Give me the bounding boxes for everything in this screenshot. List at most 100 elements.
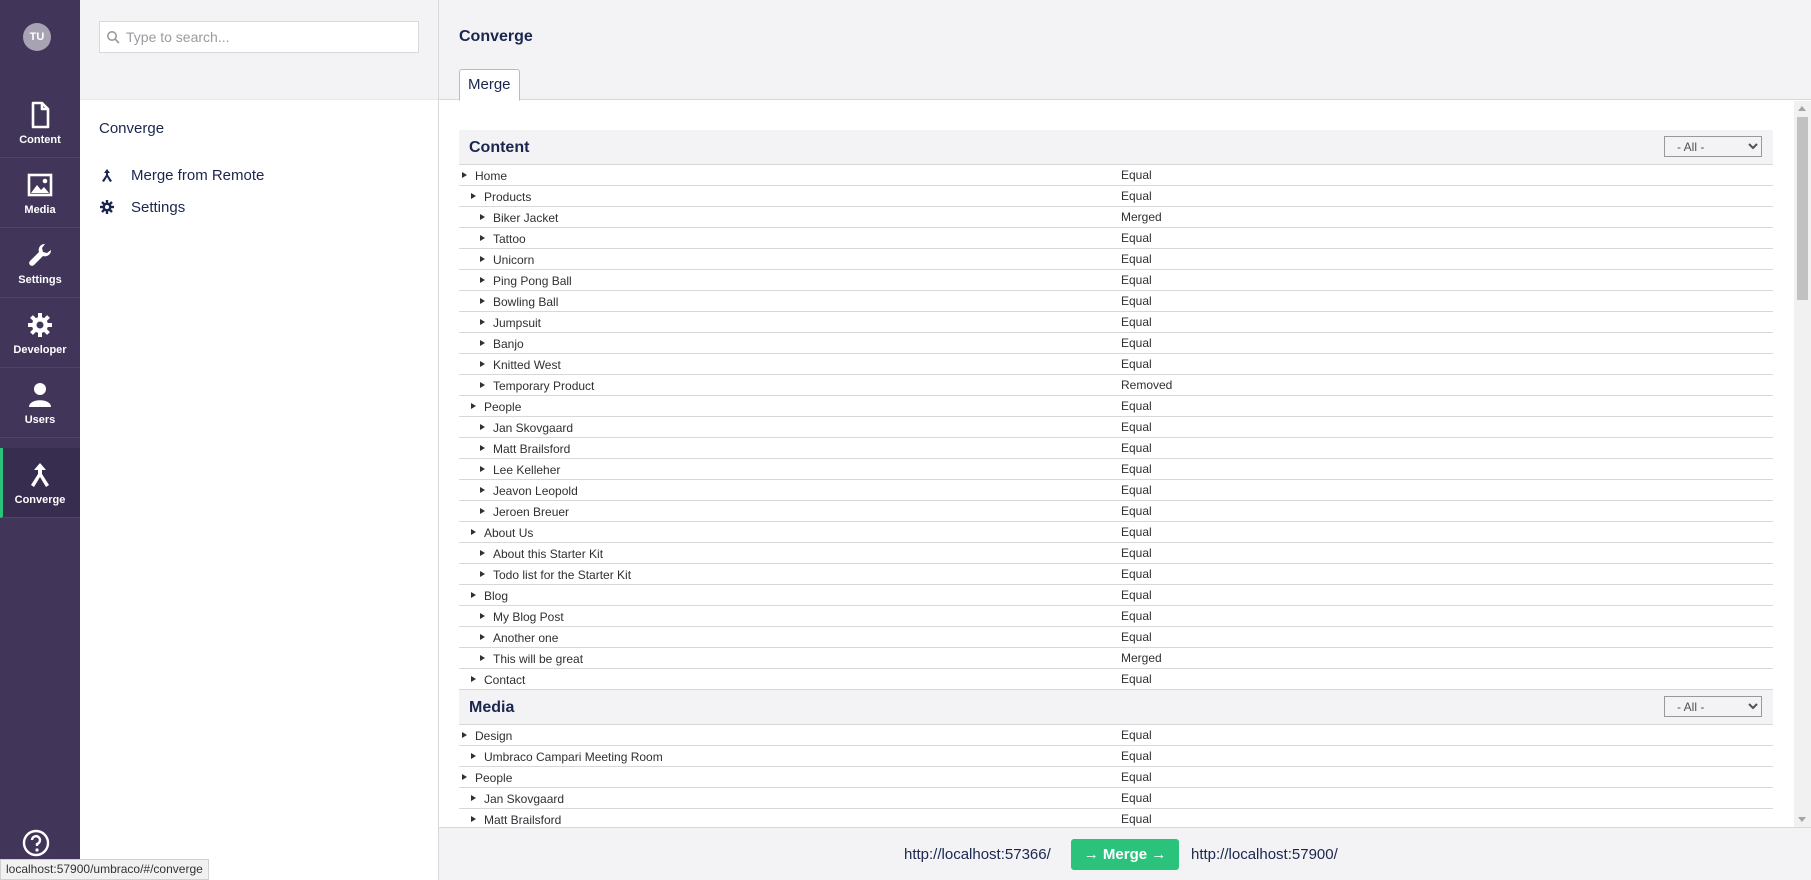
- row-name: Products: [484, 190, 532, 204]
- search-icon: [107, 31, 120, 44]
- filter-select[interactable]: - All -: [1664, 136, 1762, 157]
- expand-arrow-icon[interactable]: [471, 816, 476, 822]
- section-users[interactable]: Users: [0, 368, 80, 438]
- section-label: Settings: [18, 274, 62, 286]
- table-row[interactable]: This will be great Merged: [459, 648, 1773, 669]
- table-row[interactable]: Jeavon Leopold Equal: [459, 480, 1773, 501]
- target-url: http://localhost:57900/: [1191, 846, 1338, 863]
- expand-arrow-icon[interactable]: [480, 319, 485, 325]
- row-name: Home: [475, 169, 508, 183]
- expand-arrow-icon[interactable]: [471, 529, 476, 535]
- expand-arrow-icon[interactable]: [480, 550, 485, 556]
- table-row[interactable]: People Equal: [459, 396, 1773, 417]
- search-input[interactable]: [126, 29, 416, 45]
- table-row[interactable]: Matt Brailsford Equal: [459, 809, 1773, 827]
- row-name: Jeroen Breuer: [493, 505, 570, 519]
- expand-arrow-icon[interactable]: [462, 774, 467, 780]
- table-row[interactable]: Knitted West Equal: [459, 354, 1773, 375]
- help-icon[interactable]: [22, 829, 50, 857]
- section-settings[interactable]: Settings: [0, 228, 80, 298]
- table-row[interactable]: Contact Equal: [459, 669, 1773, 690]
- expand-arrow-icon[interactable]: [480, 256, 485, 262]
- expand-arrow-icon[interactable]: [480, 298, 485, 304]
- tab-merge[interactable]: Merge: [459, 69, 520, 101]
- merge-button[interactable]: → Merge →: [1071, 839, 1179, 870]
- row-name: Todo list for the Starter Kit: [493, 568, 632, 582]
- expand-arrow-icon[interactable]: [480, 382, 485, 388]
- table-row[interactable]: Design Equal: [459, 725, 1773, 746]
- table-row[interactable]: Lee Kelleher Equal: [459, 459, 1773, 480]
- row-name: Biker Jacket: [493, 211, 559, 225]
- table-row[interactable]: Tattoo Equal: [459, 228, 1773, 249]
- expand-arrow-icon[interactable]: [480, 445, 485, 451]
- section-content[interactable]: Content: [0, 88, 80, 158]
- expand-arrow-icon[interactable]: [471, 676, 476, 682]
- row-status: Equal: [1121, 441, 1152, 455]
- expand-arrow-icon[interactable]: [480, 424, 485, 430]
- table-row[interactable]: My Blog Post Equal: [459, 606, 1773, 627]
- row-name: Temporary Product: [493, 379, 595, 393]
- expand-arrow-icon[interactable]: [480, 487, 485, 493]
- expand-arrow-icon[interactable]: [471, 592, 476, 598]
- table-row[interactable]: Jan Skovgaard Equal: [459, 788, 1773, 809]
- table-row[interactable]: About this Starter Kit Equal: [459, 543, 1773, 564]
- table-row[interactable]: Ping Pong Ball Equal: [459, 270, 1773, 291]
- scroll-down-arrow[interactable]: [1798, 817, 1806, 822]
- expand-arrow-icon[interactable]: [480, 277, 485, 283]
- table-row[interactable]: Home Equal: [459, 165, 1773, 186]
- table-row[interactable]: Blog Equal: [459, 585, 1773, 606]
- scroll-up-arrow[interactable]: [1798, 106, 1806, 111]
- expand-arrow-icon[interactable]: [480, 214, 485, 220]
- gear-icon: [28, 313, 52, 337]
- table-row[interactable]: Bowling Ball Equal: [459, 291, 1773, 312]
- table-row[interactable]: Jan Skovgaard Equal: [459, 417, 1773, 438]
- expand-arrow-icon[interactable]: [480, 340, 485, 346]
- search-box[interactable]: [99, 21, 419, 53]
- expand-arrow-icon[interactable]: [480, 361, 485, 367]
- expand-arrow-icon[interactable]: [480, 235, 485, 241]
- row-status: Equal: [1121, 231, 1152, 245]
- expand-arrow-icon[interactable]: [480, 508, 485, 514]
- row-name: Matt Brailsford: [493, 442, 571, 456]
- section-converge[interactable]: Converge: [0, 448, 80, 518]
- expand-arrow-icon[interactable]: [480, 571, 485, 577]
- section-nav: TU Content Media Settings Developer User…: [0, 0, 80, 880]
- section-media[interactable]: Media: [0, 158, 80, 228]
- table-row[interactable]: Jumpsuit Equal: [459, 312, 1773, 333]
- expand-arrow-icon[interactable]: [471, 753, 476, 759]
- expand-arrow-icon[interactable]: [480, 466, 485, 472]
- expand-arrow-icon[interactable]: [480, 613, 485, 619]
- table-row[interactable]: Umbraco Campari Meeting Room Equal: [459, 746, 1773, 767]
- filter-select[interactable]: - All -: [1664, 696, 1762, 717]
- vertical-scrollbar[interactable]: [1794, 101, 1811, 827]
- table-row[interactable]: Jeroen Breuer Equal: [459, 501, 1773, 522]
- table-row[interactable]: Todo list for the Starter Kit Equal: [459, 564, 1773, 585]
- table-row[interactable]: About Us Equal: [459, 522, 1773, 543]
- group-header: Content - All -: [459, 130, 1773, 165]
- expand-arrow-icon[interactable]: [471, 193, 476, 199]
- table-row[interactable]: Unicorn Equal: [459, 249, 1773, 270]
- expand-arrow-icon[interactable]: [462, 172, 467, 178]
- tree-item-merge-from-remote[interactable]: Merge from Remote: [99, 164, 264, 186]
- table-row[interactable]: Another one Equal: [459, 627, 1773, 648]
- row-name: Lee Kelleher: [493, 463, 561, 477]
- section-developer[interactable]: Developer: [0, 298, 80, 368]
- table-row[interactable]: Banjo Equal: [459, 333, 1773, 354]
- table-row[interactable]: Biker Jacket Merged: [459, 207, 1773, 228]
- table-row[interactable]: Matt Brailsford Equal: [459, 438, 1773, 459]
- expand-arrow-icon[interactable]: [480, 634, 485, 640]
- table-row[interactable]: People Equal: [459, 767, 1773, 788]
- user-avatar[interactable]: TU: [23, 23, 51, 51]
- row-status: Equal: [1121, 462, 1152, 476]
- tree-item-settings[interactable]: Settings: [99, 196, 185, 218]
- expand-arrow-icon[interactable]: [471, 795, 476, 801]
- scroll-thumb[interactable]: [1797, 117, 1808, 300]
- table-row[interactable]: Products Equal: [459, 186, 1773, 207]
- group-title: Content: [469, 139, 530, 156]
- expand-arrow-icon[interactable]: [480, 655, 485, 661]
- user-icon: [29, 383, 51, 407]
- image-icon: [27, 173, 53, 197]
- expand-arrow-icon[interactable]: [471, 403, 476, 409]
- table-row[interactable]: Temporary Product Removed: [459, 375, 1773, 396]
- expand-arrow-icon[interactable]: [462, 732, 467, 738]
